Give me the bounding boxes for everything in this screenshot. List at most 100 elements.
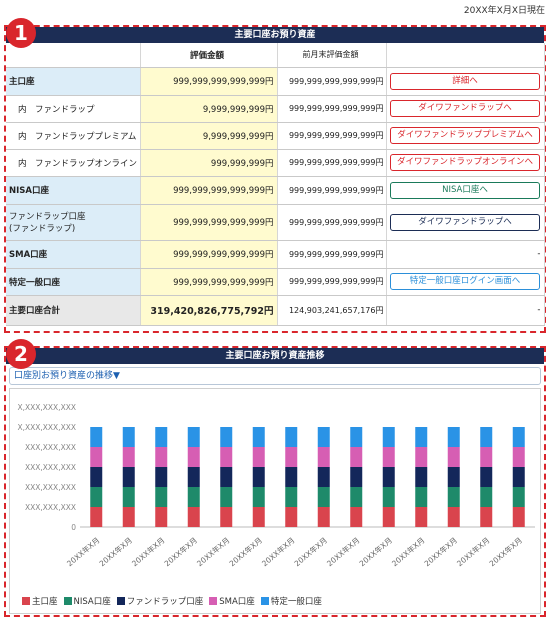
- bar-segment: [512, 447, 525, 467]
- x-tick-label: 20XX年X月: [487, 535, 524, 568]
- bar-segment: [350, 447, 363, 467]
- account-action-cell: ダイワファンドラップへ: [386, 204, 545, 241]
- bar-segment: [252, 427, 265, 447]
- legend-item[interactable]: SMA口座: [209, 595, 255, 607]
- bar-segment: [187, 507, 200, 527]
- account-name: 主口座: [6, 67, 141, 96]
- account-value: 999,999,999,999,999円: [140, 67, 278, 96]
- bar-segment: [447, 467, 460, 487]
- table-row: 内 ファンドラッププレミアム 9,999,999,999円 999,999,999,…: [6, 122, 545, 150]
- legend-item[interactable]: NISA口座: [63, 595, 111, 607]
- table-header-row: 評価金額 前月末評価金額: [6, 43, 545, 68]
- y-tick-label: XXX,XXX,XXX: [25, 483, 76, 492]
- account-link-button[interactable]: 特定一般口座ログイン画面へ: [390, 273, 540, 290]
- bar-segment: [252, 467, 265, 487]
- table-row: 内 ファンドラップ 9,999,999,999円 999,999,999,999,9…: [6, 95, 545, 123]
- x-tick-label: 20XX年X月: [324, 535, 361, 568]
- x-tick-label: 20XX年X月: [162, 535, 199, 568]
- bar-segment: [350, 507, 363, 527]
- bar-segment: [415, 507, 428, 527]
- bar-segment: [382, 507, 395, 527]
- account-name: 内 ファンドラップ: [6, 95, 141, 123]
- x-tick-label: 20XX年X月: [129, 535, 166, 568]
- legend-label: 主口座: [32, 597, 58, 607]
- as-of-date: 20XX年X月X日現在: [463, 6, 545, 16]
- bar-segment: [512, 427, 525, 447]
- bar-segment: [285, 427, 298, 447]
- step-badge-2: 2: [6, 339, 36, 369]
- account-link-button[interactable]: NISA口座へ: [390, 181, 540, 199]
- account-prev-value: 999,999,999,999,999円: [277, 268, 387, 296]
- total-value: 319,420,826,775,792円: [140, 295, 278, 326]
- bar-segment: [220, 487, 233, 507]
- account-prev-value: 999,999,999,999,999円: [277, 176, 387, 205]
- bar-segment: [90, 487, 103, 507]
- bar-segment: [90, 467, 103, 487]
- legend-label: 特定一般口座: [270, 597, 322, 607]
- assets-trend-panel: 主要口座お預り資産推移 口座別お預り資産の推移▼ 0 XXX,XXX,XXX XXX…: [4, 346, 546, 617]
- x-tick-label: 20XX年X月: [422, 535, 459, 568]
- table-row: ファンドラップ口座 (ファンドラップ) 999,999,999,999,999円 99…: [6, 204, 545, 241]
- bar-segment: [285, 487, 298, 507]
- legend-swatch: [116, 597, 125, 605]
- total-prev-value: 124,903,241,657,176円: [277, 295, 387, 326]
- x-tick-label: 20XX年X月: [357, 535, 394, 568]
- legend-item[interactable]: ファンドラップ口座: [116, 595, 204, 607]
- account-link-button[interactable]: ダイワファンドラップへ: [390, 100, 540, 117]
- bar-segment: [382, 447, 395, 467]
- bar-segment: [90, 447, 103, 467]
- bar-segment: [122, 487, 135, 507]
- legend-item[interactable]: 主口座: [22, 595, 58, 607]
- bar-segment: [512, 507, 525, 527]
- account-trend-dropdown[interactable]: 口座別お預り資産の推移▼: [9, 367, 541, 385]
- bar-segment: [447, 447, 460, 467]
- y-tick-label: 0: [71, 523, 76, 532]
- x-tick-label: 20XX年X月: [259, 535, 296, 568]
- bar-segment: [480, 507, 493, 527]
- bar-segment: [155, 427, 168, 447]
- bar-segment: [187, 427, 200, 447]
- step-badge-1: 1: [6, 18, 36, 48]
- bar-segment: [155, 487, 168, 507]
- bar-segment: [382, 467, 395, 487]
- bar-segment: [155, 507, 168, 527]
- bar-segment: [122, 427, 135, 447]
- account-value: 999,999,999,999,999円: [140, 204, 278, 241]
- bar-segment: [512, 467, 525, 487]
- account-prev-value: 999,999,999,999,999円: [277, 122, 387, 150]
- account-value: 9,999,999,999円: [140, 95, 278, 123]
- account-value: 999,999,999円: [140, 149, 278, 177]
- account-link-button[interactable]: 詳細へ: [390, 72, 540, 90]
- chart-legend: 主口座 NISA口座 ファンドラップ口座 SMA口座 特定一般口座: [22, 595, 322, 607]
- bar-segment: [220, 447, 233, 467]
- y-tick-label: XXX,XXX,XXX: [25, 463, 76, 472]
- account-link-button[interactable]: ダイワファンドラッププレミアムへ: [390, 127, 540, 144]
- account-link-button[interactable]: ダイワファンドラップへ: [390, 213, 540, 231]
- x-tick-label: 20XX年X月: [227, 535, 264, 568]
- total-row: 主要口座合計 319,420,826,775,792円 124,903,241,65…: [6, 295, 545, 326]
- chart-svg: 0 XXX,XXX,XXX XXX,XXX,XXX XXX,XXX,XXX XXX,XX…: [17, 403, 535, 568]
- account-name: ファンドラップ口座 (ファンドラップ): [6, 204, 141, 241]
- assets-table: 評価金額 前月末評価金額 主口座 999,999,999,999,999円 999,…: [6, 43, 545, 326]
- legend-item[interactable]: 特定一般口座: [260, 595, 322, 607]
- x-tick-label: 20XX年X月: [454, 535, 491, 568]
- account-prev-value: 999,999,999,999,999円: [277, 95, 387, 123]
- account-value: 999,999,999,999,999円: [140, 268, 278, 296]
- bar-segment: [447, 487, 460, 507]
- bar-segment: [317, 487, 330, 507]
- y-tick-label: X,XXX,XXX,XXX: [17, 403, 76, 412]
- account-action-cell: 詳細へ: [386, 67, 545, 96]
- bar-segment: [415, 447, 428, 467]
- legend-label: ファンドラップ口座: [126, 597, 204, 607]
- header-action: [386, 43, 545, 68]
- table-row: 内 ファンドラップオンライン 999,999,999円 999,999,999,99…: [6, 149, 545, 177]
- bar-segment: [252, 487, 265, 507]
- bar-segment: [317, 507, 330, 527]
- account-action-cell: NISA口座へ: [386, 176, 545, 205]
- account-prev-value: 999,999,999,999,999円: [277, 149, 387, 177]
- bar-segment: [447, 507, 460, 527]
- account-link-button[interactable]: ダイワファンドラップオンラインへ: [390, 154, 540, 171]
- header-value: 評価金額: [140, 43, 278, 68]
- table-row: 特定一般口座 999,999,999,999,999円 999,999,999,99…: [6, 268, 545, 296]
- account-action-cell: 特定一般口座ログイン画面へ: [386, 268, 545, 296]
